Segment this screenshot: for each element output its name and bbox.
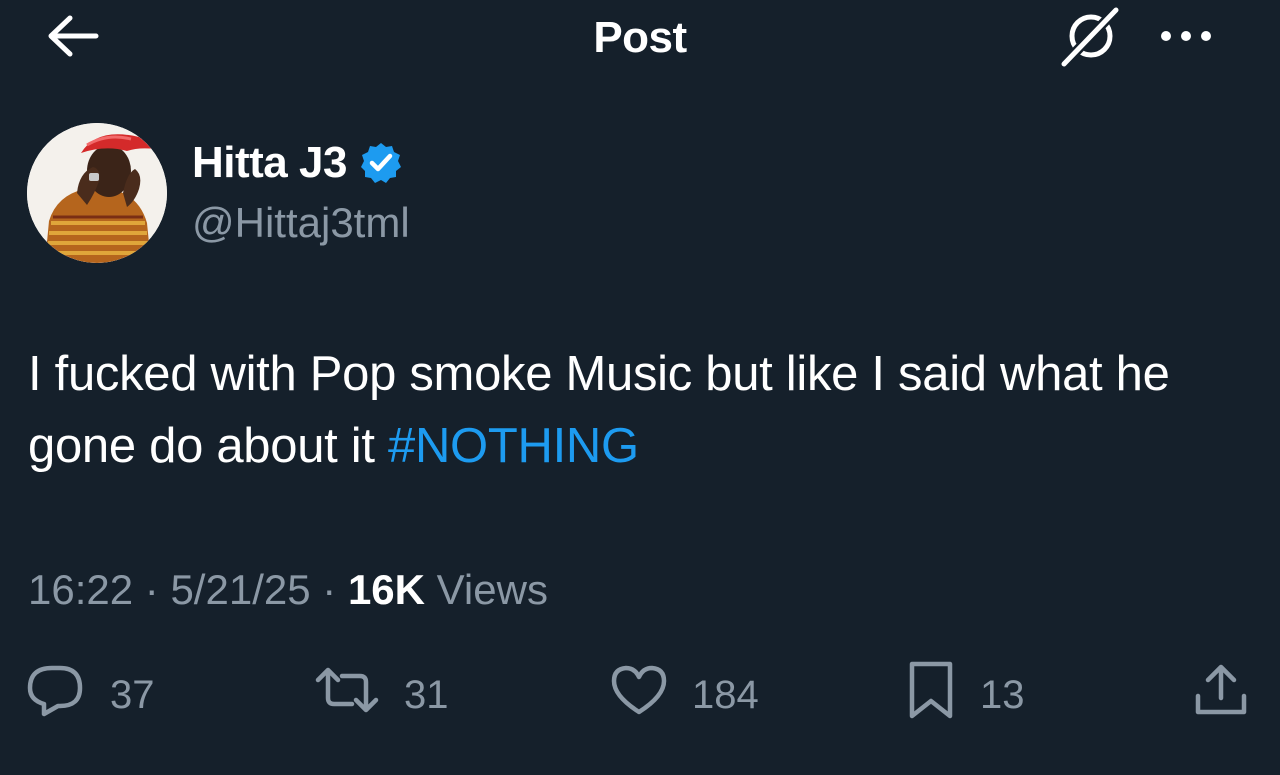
views-count: 16K (347, 566, 425, 613)
post-text: I fucked with Pop smoke Music but like I… (28, 338, 1248, 482)
bookmark-icon (906, 660, 956, 730)
views-label: Views (436, 566, 548, 613)
hashtag-link[interactable]: #NOTHING (388, 419, 639, 473)
more-options-button[interactable] (1150, 14, 1222, 62)
meta-separator: · (322, 566, 337, 613)
post-time[interactable]: 16:22 (28, 566, 133, 613)
heart-icon (610, 664, 668, 726)
reply-icon (26, 662, 86, 728)
like-button[interactable]: 184 (610, 660, 759, 730)
like-count: 184 (692, 672, 759, 717)
action-bar: 37 31 184 13 (0, 660, 1280, 730)
repost-icon (314, 664, 380, 726)
post-metadata: 16:22 · 5/21/25 · 16K Views (28, 560, 548, 620)
author-handle[interactable]: @Hittaj3tml (192, 195, 410, 251)
grok-icon (1058, 4, 1122, 73)
author-display-name[interactable]: Hitta J3 (192, 135, 403, 191)
top-bar: Post (0, 0, 1280, 80)
verified-badge-icon (359, 141, 403, 185)
bookmark-count: 13 (980, 672, 1025, 717)
display-name-text: Hitta J3 (192, 138, 347, 187)
avatar[interactable] (27, 123, 167, 263)
share-icon (1192, 662, 1250, 728)
reply-button[interactable]: 37 (26, 660, 155, 730)
grok-button[interactable] (1054, 4, 1126, 73)
repost-count: 31 (404, 672, 449, 717)
post-date[interactable]: 5/21/25 (170, 566, 310, 613)
bookmark-button[interactable]: 13 (906, 660, 1025, 730)
author-block: Hitta J3 @Hittaj3tml (27, 123, 727, 268)
reply-count: 37 (110, 672, 155, 717)
meta-separator: · (144, 566, 159, 613)
more-dots-icon (1156, 28, 1216, 49)
repost-button[interactable]: 31 (314, 660, 449, 730)
share-button[interactable] (1192, 660, 1250, 730)
